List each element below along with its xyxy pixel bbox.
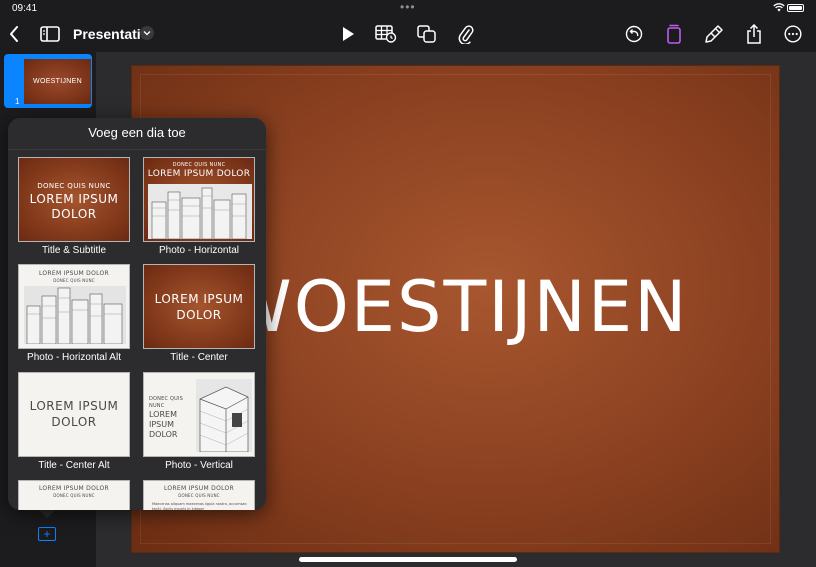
- undo-icon[interactable]: [620, 20, 648, 48]
- back-chevron-icon[interactable]: [0, 20, 28, 48]
- layout-preview: DONEC QUIS NUNC LOREM IPSUM DOLOR: [143, 157, 255, 242]
- popover-title: Voeg een dia toe: [88, 125, 186, 140]
- layout-label: Photo - Horizontal: [158, 245, 240, 256]
- layout-preview: LOREM IPSUM DOLOR: [18, 372, 130, 457]
- more-icon[interactable]: [779, 20, 807, 48]
- status-bar: 09:41 •••: [0, 0, 816, 16]
- popover-arrow: [39, 510, 55, 518]
- brush-icon[interactable]: [700, 20, 728, 48]
- layout-preview: LOREM IPSUM DOLOR DONEC QUIS NUNC: [18, 480, 130, 510]
- thumbnail-title: WOESTIJNEN: [33, 78, 82, 85]
- home-indicator: [299, 557, 517, 562]
- city-sketch-image: [24, 286, 126, 344]
- layout-preview: LOREM IPSUM DOLOR DONEC QUIS NUNC: [18, 264, 130, 349]
- share-icon[interactable]: [740, 20, 768, 48]
- slide-number: 1: [15, 97, 20, 106]
- layout-label: Photo - Horizontal Alt: [27, 352, 121, 363]
- slide-thumbnail-selected[interactable]: WOESTIJNEN 1: [4, 54, 92, 108]
- slide-thumbnail[interactable]: WOESTIJNEN: [24, 59, 91, 104]
- wifi-icon: [773, 3, 785, 15]
- layout-preview: LOREM IPSUM DOLOR: [143, 264, 255, 349]
- add-slide-icon[interactable]: +: [38, 527, 56, 541]
- play-icon[interactable]: [334, 20, 362, 48]
- building-sketch-image: [196, 379, 252, 453]
- battery-icon: [787, 4, 804, 12]
- layout-label: Title - Center Alt: [38, 460, 110, 471]
- city-sketch-image: [148, 184, 252, 239]
- table-icon[interactable]: [372, 20, 400, 48]
- status-time: 09:41: [12, 3, 38, 14]
- layout-preview: DONEC QUIS NUNC LOREM IPSUM DOLOR: [18, 157, 130, 242]
- layout-preview: DONEC QUIS NUNC LOREM IPSUM DOLOR: [143, 372, 255, 457]
- format-icon[interactable]: [660, 20, 688, 48]
- layout-label: Photo - Vertical: [165, 460, 233, 471]
- multitask-dots-icon[interactable]: •••: [400, 0, 416, 14]
- shapes-icon[interactable]: [413, 20, 441, 48]
- title-chevron-down-icon[interactable]: [140, 26, 154, 40]
- layout-preview: LOREM IPSUM DOLOR DONEC QUIS NUNC Maecen…: [143, 480, 255, 510]
- document-title[interactable]: Presentatie: [73, 26, 148, 42]
- toolbar: Presentatie: [0, 16, 816, 52]
- sidebar-icon[interactable]: [36, 20, 64, 48]
- layout-label: Title - Center: [170, 352, 228, 363]
- add-slide-popover: Voeg een dia toe DONEC QUIS NUNC LOREM I…: [8, 118, 266, 510]
- layout-label: Title & Subtitle: [41, 245, 107, 256]
- paperclip-icon[interactable]: [452, 20, 480, 48]
